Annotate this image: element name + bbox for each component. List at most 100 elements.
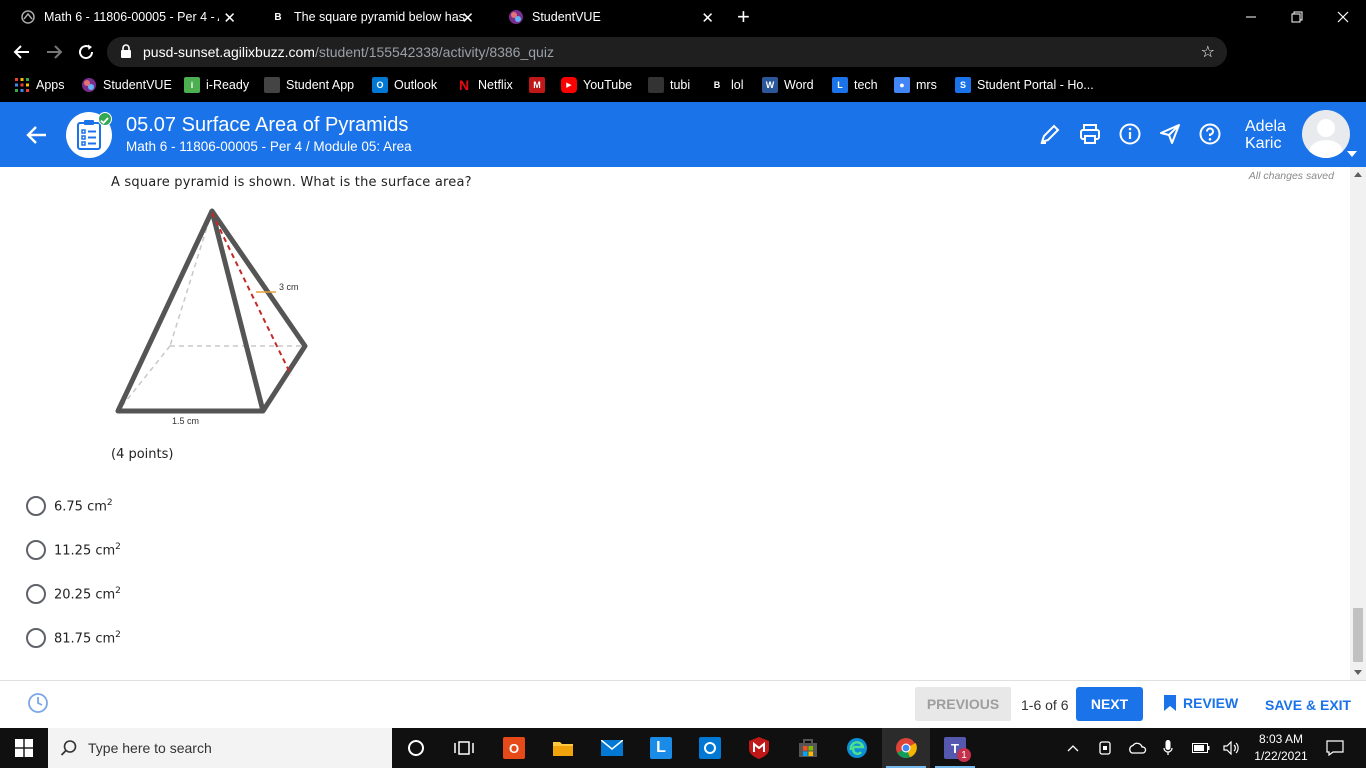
bookmark-label: YouTube xyxy=(583,78,633,92)
print-icon[interactable] xyxy=(1078,122,1102,146)
outlook-icon: O xyxy=(372,77,388,93)
chrome-icon[interactable] xyxy=(882,728,930,768)
restore-icon[interactable] xyxy=(1274,0,1320,34)
choice-label: 6.75 cm2 xyxy=(54,498,113,514)
radio-button[interactable] xyxy=(26,496,46,516)
bookmark-student-app[interactable]: Student App xyxy=(264,77,354,93)
tab-math6[interactable]: Math 6 - 11806-00005 - Per 4 - A ✕ xyxy=(0,0,250,34)
file-explorer-icon[interactable] xyxy=(539,728,587,768)
tubi-icon xyxy=(648,77,664,93)
scroll-thumb[interactable] xyxy=(1353,608,1363,662)
bookmark-studentvue[interactable]: StudentVUE xyxy=(81,77,172,93)
bookmark-mcafee[interactable]: M xyxy=(529,77,551,93)
radio-button[interactable] xyxy=(26,584,46,604)
agilix-icon xyxy=(20,9,36,25)
bookmark-outlook[interactable]: O Outlook xyxy=(372,77,437,93)
office-icon[interactable]: O xyxy=(490,728,538,768)
reload-icon[interactable] xyxy=(74,40,98,64)
choice-value: 20.25 cm xyxy=(54,587,116,603)
taskbar-search-input[interactable]: Type here to search xyxy=(48,728,392,768)
mail-icon[interactable] xyxy=(588,728,636,768)
activity-header: 05.07 Surface Area of Pyramids Math 6 - … xyxy=(0,102,1366,167)
tech-icon: L xyxy=(832,77,848,93)
minimize-icon[interactable] xyxy=(1228,0,1274,34)
bookmark-lol[interactable]: B lol xyxy=(709,77,744,93)
address-bar[interactable]: pusd-sunset.agilixbuzz.com/student/15554… xyxy=(107,37,1227,67)
teams-icon[interactable]: T 1 xyxy=(931,728,979,768)
tab-title: The square pyramid below has a xyxy=(294,10,466,24)
vertical-scrollbar[interactable] xyxy=(1350,167,1366,680)
close-tab-icon[interactable]: ✕ xyxy=(223,9,236,27)
bookmark-tubi[interactable]: tubi xyxy=(648,77,690,93)
close-tab-icon[interactable]: ✕ xyxy=(701,9,714,27)
help-icon[interactable] xyxy=(1198,122,1222,146)
onedrive-cloud-icon[interactable] xyxy=(1125,728,1149,768)
brainly-icon: B xyxy=(274,11,282,23)
cortana-icon[interactable] xyxy=(392,728,440,768)
bookmark-apps[interactable]: Apps xyxy=(14,77,65,93)
radio-button[interactable] xyxy=(26,540,46,560)
meet-now-icon[interactable] xyxy=(1094,728,1116,768)
tab-studentvue[interactable]: StudentVUE ✕ xyxy=(488,0,728,34)
answer-choice-b[interactable]: 11.25 cm2 xyxy=(26,539,121,561)
scroll-up-icon[interactable] xyxy=(1354,172,1362,177)
browser-toolbar: pusd-sunset.agilixbuzz.com/student/15554… xyxy=(0,34,1366,97)
forward-icon[interactable] xyxy=(42,40,66,64)
lock-icon[interactable] xyxy=(120,44,132,64)
bookmark-label: Student Portal - Ho... xyxy=(977,78,1094,92)
cortana-app-icon[interactable] xyxy=(686,728,734,768)
chevron-up-icon[interactable] xyxy=(1062,728,1084,768)
bookmark-netflix[interactable]: N Netflix xyxy=(456,77,513,93)
answer-choice-a[interactable]: 6.75 cm2 xyxy=(26,495,113,517)
info-icon[interactable] xyxy=(1118,122,1142,146)
windows-start-icon[interactable] xyxy=(0,728,48,768)
save-exit-button[interactable]: SAVE & EXIT xyxy=(1265,697,1351,713)
mcafee-icon[interactable] xyxy=(735,728,783,768)
tab-brainly[interactable]: B The square pyramid below has a ✕ xyxy=(250,0,488,34)
bookmark-label: mrs xyxy=(916,78,937,92)
scroll-down-icon[interactable] xyxy=(1354,670,1362,675)
chevron-down-icon[interactable] xyxy=(1347,151,1357,157)
url-path: /student/155542338/activity/8386_quiz xyxy=(314,44,554,60)
review-button[interactable]: REVIEW xyxy=(1163,694,1238,712)
bookmark-label: Word xyxy=(784,78,814,92)
bookmark-tech[interactable]: L tech xyxy=(832,77,878,93)
highlighter-pen-icon[interactable] xyxy=(1038,122,1062,146)
answer-choice-d[interactable]: 81.75 cm2 xyxy=(26,627,121,649)
back-icon[interactable] xyxy=(10,40,34,64)
answer-choice-c[interactable]: 20.25 cm2 xyxy=(26,583,121,605)
user-name[interactable]: Adela Karic xyxy=(1245,118,1286,152)
volume-icon[interactable] xyxy=(1220,728,1244,768)
send-icon[interactable] xyxy=(1158,122,1182,146)
launchpad-icon[interactable]: L xyxy=(637,728,685,768)
bookmark-student-portal[interactable]: S Student Portal - Ho... xyxy=(955,77,1094,93)
task-view-icon[interactable] xyxy=(440,728,488,768)
bookmark-mrs[interactable]: ● mrs xyxy=(894,77,937,93)
back-arrow-icon[interactable] xyxy=(24,122,50,148)
radio-button[interactable] xyxy=(26,628,46,648)
bookmark-iready[interactable]: i i-Ready xyxy=(184,77,249,93)
edge-icon[interactable] xyxy=(833,728,881,768)
student-app-icon xyxy=(264,77,280,93)
bookmark-youtube[interactable]: ▶ YouTube xyxy=(561,77,632,93)
new-tab-icon[interactable]: + xyxy=(737,4,750,30)
battery-icon[interactable] xyxy=(1190,728,1212,768)
clock-icon[interactable] xyxy=(27,692,49,714)
avatar[interactable] xyxy=(1302,110,1350,158)
close-tab-icon[interactable]: ✕ xyxy=(461,9,474,27)
store-icon[interactable] xyxy=(784,728,832,768)
netflix-icon: N xyxy=(458,77,470,93)
bookmark-star-icon[interactable]: ☆ xyxy=(1201,42,1215,62)
bookmark-word[interactable]: W Word xyxy=(762,77,814,93)
iready-icon: i xyxy=(184,77,200,93)
notification-center-icon[interactable] xyxy=(1320,728,1350,768)
choice-value: 81.75 cm xyxy=(54,631,116,647)
microphone-icon[interactable] xyxy=(1158,728,1178,768)
next-button[interactable]: NEXT xyxy=(1076,687,1143,721)
previous-button[interactable]: PREVIOUS xyxy=(915,687,1011,721)
notification-badge: 1 xyxy=(957,748,971,762)
search-placeholder: Type here to search xyxy=(88,740,212,756)
close-window-icon[interactable] xyxy=(1320,0,1366,34)
system-clock[interactable]: 8:03 AM 1/22/2021 xyxy=(1250,731,1312,765)
choice-exponent: 2 xyxy=(115,629,121,640)
